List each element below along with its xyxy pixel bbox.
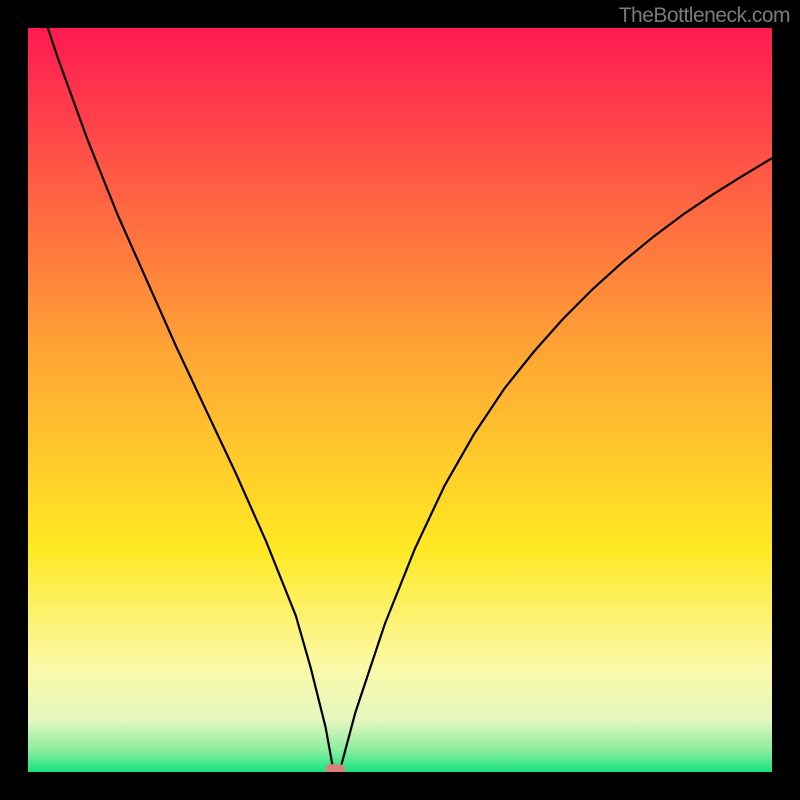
chart-svg: [28, 28, 772, 772]
watermark-text: TheBottleneck.com: [619, 4, 790, 28]
chart-plot-area: [28, 28, 772, 772]
chart-background: [28, 28, 772, 772]
optimal-point-marker: [326, 764, 345, 772]
